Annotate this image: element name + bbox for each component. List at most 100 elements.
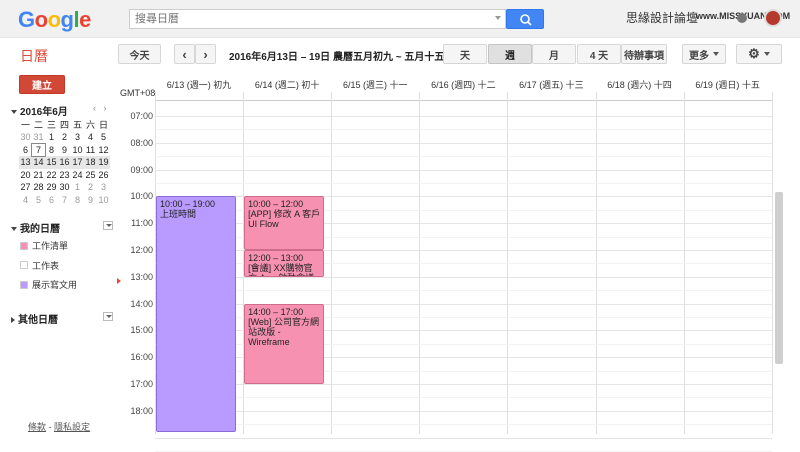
day-header[interactable]: 6/19 (週日) 十五 [684, 78, 772, 91]
mini-calendar-day[interactable]: 8 [71, 194, 84, 207]
mini-calendar-nav: ‹ › [93, 103, 107, 113]
mini-calendar-day[interactable]: 30 [58, 181, 71, 194]
view-tab-3[interactable]: 4 天 [577, 44, 621, 64]
more-button[interactable]: 更多 [682, 44, 726, 64]
search-input[interactable] [130, 10, 490, 28]
mini-calendar-day[interactable]: 1 [71, 181, 84, 194]
calendar-event[interactable]: 10:00 – 12:00 [APP] 修改 A 客戶 UI Flow [244, 196, 325, 250]
date-range-label: 2016年6月13日 – 19日 農曆五月初九 ~ 五月十五 [229, 52, 445, 63]
mini-calendar-day[interactable]: 16 [58, 156, 71, 169]
all-day-separator [155, 100, 772, 101]
my-calendars-header[interactable]: 我的日曆 [11, 220, 60, 235]
calendar-event[interactable]: 10:00 – 19:00 上班時間 [156, 196, 237, 432]
weekday-label: 一 [20, 120, 30, 130]
search-options-icon[interactable] [495, 16, 501, 20]
weekday-label: 四 [59, 120, 69, 130]
calendar-item[interactable]: 工作表 [20, 259, 59, 272]
mini-calendar-day[interactable]: 6 [45, 194, 58, 207]
mini-calendar-day[interactable]: 14 [32, 156, 45, 169]
mini-calendar-day[interactable]: 21 [32, 169, 45, 182]
other-calendars-dropdown-icon[interactable] [103, 312, 113, 321]
mini-calendar-day[interactable]: 13 [19, 156, 32, 169]
footer-links: 條款 - 隱私設定 [28, 420, 90, 433]
mini-calendar-day[interactable]: 10 [97, 194, 110, 207]
next-week-button[interactable]: › [195, 44, 216, 64]
mini-calendar-day[interactable]: 26 [97, 169, 110, 182]
current-time-marker [117, 278, 121, 284]
mini-calendar-day[interactable]: 22 [45, 169, 58, 182]
mini-calendar-day[interactable]: 20 [19, 169, 32, 182]
mini-calendar-header[interactable]: 2016年6月 [11, 103, 68, 118]
mini-calendar-day[interactable]: 4 [19, 194, 32, 207]
view-tab-2[interactable]: 月 [532, 44, 576, 64]
mini-calendar-day[interactable]: 5 [97, 131, 110, 144]
mini-prev-icon[interactable]: ‹ [93, 103, 96, 113]
mini-calendar-day[interactable]: 3 [97, 181, 110, 194]
hour-line [155, 410, 772, 412]
mini-calendar-day[interactable]: 6 [19, 144, 32, 157]
calendar-item[interactable]: 工作清單 [20, 239, 68, 252]
privacy-link[interactable]: 隱私設定 [54, 422, 90, 432]
prev-week-button[interactable]: ‹ [174, 44, 195, 64]
search-box[interactable] [129, 9, 506, 29]
search-button[interactable] [506, 9, 544, 29]
mini-calendar-day[interactable]: 7 [58, 194, 71, 207]
settings-button[interactable]: ⚙ [736, 44, 782, 64]
avatar[interactable] [764, 9, 782, 27]
mini-calendar-day[interactable]: 30 [19, 131, 32, 144]
hour-label: 13:00 [130, 271, 153, 282]
logo-letter: g [60, 7, 74, 32]
day-header[interactable]: 6/18 (週六) 十四 [596, 78, 684, 91]
mini-calendar-day[interactable]: 10 [71, 144, 84, 157]
day-header[interactable]: 6/15 (週三) 十一 [331, 78, 419, 91]
half-hour-line [155, 424, 772, 426]
hour-label: 15:00 [130, 325, 153, 336]
notifications-icon[interactable] [737, 13, 747, 23]
mini-calendar-day[interactable]: 24 [71, 169, 84, 182]
mini-calendar-day[interactable]: 27 [19, 181, 32, 194]
create-event-button[interactable]: 建立 [19, 75, 65, 94]
day-header[interactable]: 6/16 (週四) 十二 [419, 78, 507, 91]
terms-link[interactable]: 條款 [28, 422, 46, 432]
calendar-event[interactable]: 14:00 – 17:00 [Web] 公司官方網站改版 - Wireframe [244, 303, 325, 384]
mini-calendar-day[interactable]: 9 [58, 144, 71, 157]
mini-calendar-day[interactable]: 11 [84, 144, 97, 157]
mini-calendar-day[interactable]: 15 [45, 156, 58, 169]
mini-calendar-day[interactable]: 2 [58, 131, 71, 144]
mini-calendar-day[interactable]: 7 [31, 142, 46, 157]
calendar-event[interactable]: 12:00 – 13:00[會議] XX購物官方 App 啟動會議 [244, 250, 325, 277]
mini-calendar-day[interactable]: 4 [84, 131, 97, 144]
day-header[interactable]: 6/14 (週二) 初十 [243, 78, 331, 91]
mini-calendar-day[interactable]: 23 [58, 169, 71, 182]
mini-calendar-day[interactable]: 5 [32, 194, 45, 207]
week-grid[interactable]: GMT+08 6/13 (週一) 初九 6/14 (週二) 初十 6/15 (週三)… [117, 74, 774, 452]
day-header[interactable]: 6/17 (週五) 十三 [507, 78, 595, 91]
view-tab-1[interactable]: 週 [488, 44, 532, 64]
mini-calendar-day[interactable]: 31 [32, 131, 45, 144]
mini-calendar-day[interactable]: 19 [97, 156, 110, 169]
view-tab-4[interactable]: 待辦事項 [621, 44, 667, 64]
mini-calendar-day[interactable]: 1 [45, 131, 58, 144]
other-calendars-header[interactable]: 其他日曆 [11, 311, 58, 326]
mini-next-icon[interactable]: › [104, 103, 107, 113]
mini-calendar-day[interactable]: 25 [84, 169, 97, 182]
mini-calendar-day[interactable]: 3 [71, 131, 84, 144]
grid-scrollbar[interactable] [775, 192, 783, 364]
logo-letter: G [18, 7, 35, 32]
mini-calendar-day[interactable]: 18 [84, 156, 97, 169]
today-button[interactable]: 今天 [118, 44, 161, 64]
event-time: 10:00 – 19:00 [160, 199, 216, 210]
mini-calendar-day[interactable]: 28 [32, 181, 45, 194]
mini-calendar-day[interactable]: 2 [84, 181, 97, 194]
calendar-item[interactable]: 展示寫文用 [20, 278, 77, 291]
mini-calendar-day[interactable]: 12 [97, 144, 110, 157]
mini-calendar-day[interactable]: 29 [45, 181, 58, 194]
day-header[interactable]: 6/13 (週一) 初九 [155, 78, 243, 91]
mini-calendar-day[interactable]: 17 [71, 156, 84, 169]
my-calendars-dropdown-icon[interactable] [103, 221, 113, 230]
google-logo[interactable]: Google [18, 7, 91, 33]
mini-calendar-day[interactable]: 9 [84, 194, 97, 207]
hour-line [155, 142, 772, 144]
view-tab-0[interactable]: 天 [443, 44, 487, 64]
mini-calendar-day[interactable]: 8 [45, 144, 58, 157]
